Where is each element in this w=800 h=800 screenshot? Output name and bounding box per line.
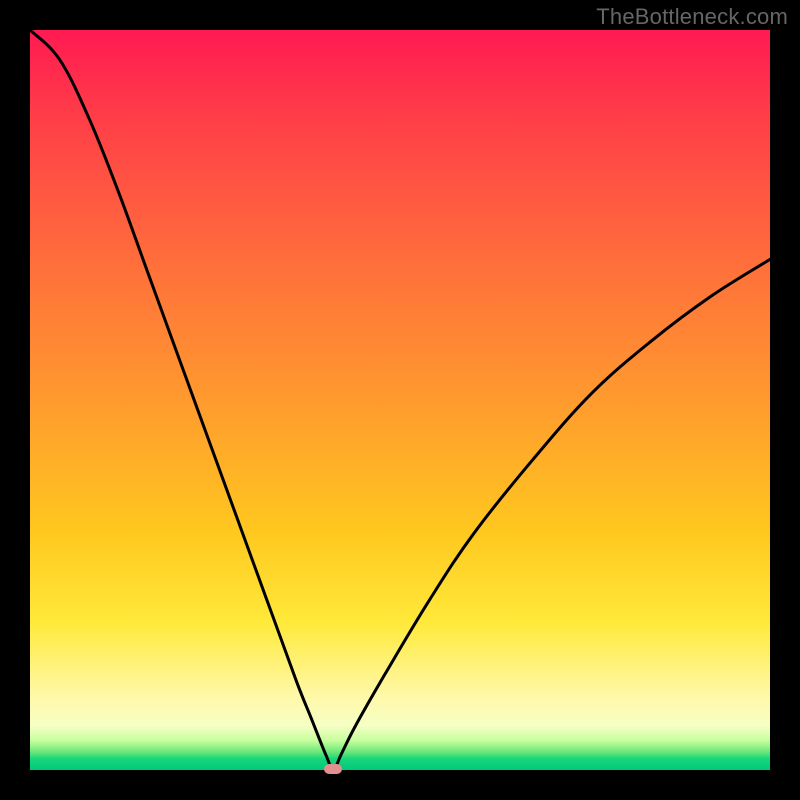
curve-layer: [30, 30, 770, 770]
watermark-text: TheBottleneck.com: [596, 4, 788, 30]
plot-area: [30, 30, 770, 770]
bottleneck-curve-path: [30, 30, 770, 770]
optimal-marker: [324, 764, 342, 774]
chart-frame: TheBottleneck.com: [0, 0, 800, 800]
